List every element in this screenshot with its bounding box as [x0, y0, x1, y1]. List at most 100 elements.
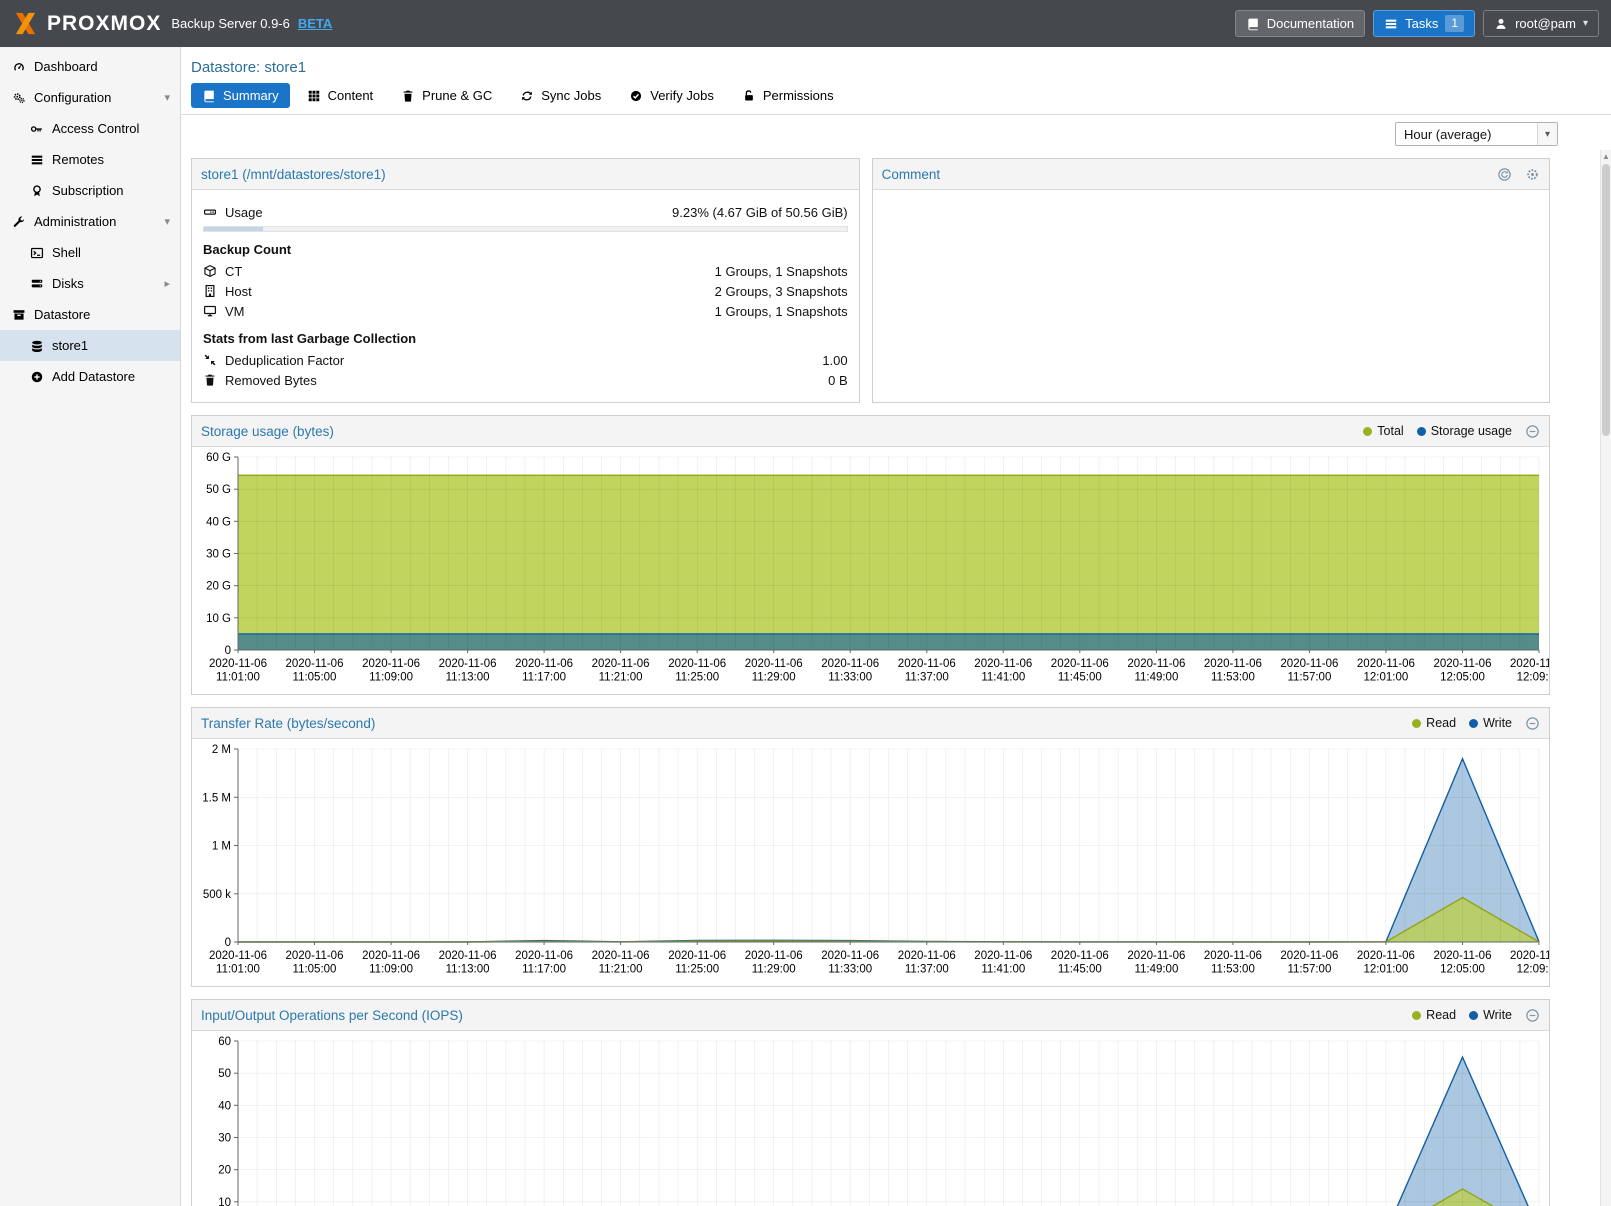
- legend-label: Write: [1483, 1008, 1512, 1022]
- tab-permissions[interactable]: Permissions: [731, 83, 845, 108]
- summary-panel-title: store1 (/mnt/datastores/store1): [201, 167, 386, 182]
- svg-text:2020-11-0611:57:00: 2020-11-0611:57:00: [1280, 950, 1338, 976]
- summary-row-removed-bytes: Removed Bytes0 B: [203, 370, 848, 390]
- compress-icon: [203, 353, 217, 367]
- svg-text:2020-11-0611:05:00: 2020-11-0611:05:00: [286, 950, 344, 976]
- chart-title: Transfer Rate (bytes/second): [201, 716, 375, 731]
- sidebar-item-label: Administration: [34, 214, 116, 229]
- tasks-button[interactable]: Tasks 1: [1373, 10, 1475, 37]
- app-window: PROXMOX Backup Server 0.9-6 BETA Documen…: [0, 0, 1611, 1206]
- trash-icon: [401, 89, 415, 103]
- tab-sync-jobs[interactable]: Sync Jobs: [509, 83, 612, 108]
- tasks-label: Tasks: [1405, 16, 1438, 31]
- tab-prune-gc[interactable]: Prune & GC: [390, 83, 503, 108]
- svg-text:20: 20: [218, 1165, 231, 1177]
- svg-text:30 G: 30 G: [206, 549, 231, 561]
- chart-plot: 010 G20 G30 G40 G50 G60 G2020-11-0611:01…: [192, 447, 1549, 694]
- svg-text:2020-11-0612:01:00: 2020-11-0612:01:00: [1357, 658, 1415, 684]
- svg-text:2020-11-0611:33:00: 2020-11-0611:33:00: [821, 658, 879, 684]
- svg-text:2020-11-0611:29:00: 2020-11-0611:29:00: [745, 658, 803, 684]
- scrollbar-up-arrow[interactable]: ▲: [1601, 150, 1611, 162]
- usage-progress-fill: [204, 227, 263, 231]
- collapse-icon[interactable]: [1525, 1008, 1540, 1023]
- hdd-icon: [203, 205, 217, 219]
- sidebar-item-administration[interactable]: Administration▾: [0, 206, 180, 237]
- legend-label: Write: [1483, 716, 1512, 730]
- svg-text:2020-11-0611:45:00: 2020-11-0611:45:00: [1051, 658, 1109, 684]
- svg-text:2020-11-0611:21:00: 2020-11-0611:21:00: [592, 950, 650, 976]
- vertical-scrollbar[interactable]: ▲: [1600, 150, 1611, 1206]
- legend-write[interactable]: Write: [1469, 716, 1512, 730]
- sidebar-item-disks[interactable]: Disks▸: [0, 268, 180, 299]
- tab-label: Permissions: [763, 88, 834, 103]
- svg-text:0: 0: [225, 937, 231, 949]
- documentation-button[interactable]: Documentation: [1235, 10, 1365, 37]
- datastore-summary-panel: store1 (/mnt/datastores/store1) Usage 9.…: [191, 158, 860, 403]
- usage-row: Usage 9.23% (4.67 GiB of 50.56 GiB): [203, 202, 848, 222]
- sidebar-item-datastore[interactable]: Datastore: [0, 299, 180, 330]
- sidebar-item-store1[interactable]: store1: [0, 330, 180, 361]
- sidebar-item-label: Dashboard: [34, 59, 98, 74]
- svg-text:2020-11-0611:17:00: 2020-11-0611:17:00: [515, 950, 573, 976]
- timeframe-value: Hour (average): [1404, 127, 1491, 142]
- user-menu-button[interactable]: root@pam ▾: [1483, 10, 1599, 37]
- svg-text:2020-11-0612:09:00: 2020-11-0612:09:00: [1510, 658, 1549, 684]
- tasks-count-badge: 1: [1445, 15, 1464, 32]
- chart-plot: 01020304050602020-11-0611:01:002020-11-0…: [192, 1031, 1549, 1206]
- gear-icon[interactable]: [1525, 167, 1540, 182]
- archive-icon: [12, 308, 26, 322]
- chevron-down-icon[interactable]: ▾: [1537, 123, 1557, 145]
- legend-dot-icon: [1412, 1011, 1421, 1020]
- svg-text:50: 50: [218, 1068, 231, 1080]
- legend-write[interactable]: Write: [1469, 1008, 1512, 1022]
- legend-label: Read: [1426, 716, 1456, 730]
- sidebar-item-dashboard[interactable]: Dashboard: [0, 51, 180, 82]
- row-value: 1 Groups, 1 Snapshots: [715, 264, 848, 279]
- svg-text:2020-11-0611:13:00: 2020-11-0611:13:00: [439, 950, 497, 976]
- legend-read[interactable]: Read: [1412, 1008, 1456, 1022]
- svg-text:2020-11-0611:01:00: 2020-11-0611:01:00: [209, 658, 267, 684]
- tab-content[interactable]: Content: [296, 83, 385, 108]
- sidebar-item-remotes[interactable]: Remotes: [0, 144, 180, 175]
- trash-icon: [203, 373, 217, 387]
- svg-text:2020-11-0611:09:00: 2020-11-0611:09:00: [362, 658, 420, 684]
- timeframe-select[interactable]: Hour (average) ▾: [1395, 122, 1558, 146]
- host-icon: [203, 284, 217, 298]
- svg-text:2020-11-0611:33:00: 2020-11-0611:33:00: [821, 950, 879, 976]
- comment-content[interactable]: [873, 190, 1549, 402]
- sidebar-item-label: Shell: [52, 245, 81, 260]
- monitor-icon: [203, 304, 217, 318]
- comment-panel-title: Comment: [882, 167, 941, 182]
- refresh-icon[interactable]: [1497, 167, 1512, 182]
- tab-verify-jobs[interactable]: Verify Jobs: [618, 83, 725, 108]
- sidebar-item-subscription[interactable]: Subscription: [0, 175, 180, 206]
- tab-summary[interactable]: Summary: [191, 83, 290, 108]
- gauge-icon: [12, 60, 26, 74]
- legend-storage-usage[interactable]: Storage usage: [1417, 424, 1512, 438]
- sidebar-item-access-control[interactable]: Access Control: [0, 113, 180, 144]
- sidebar-item-add-datastore[interactable]: Add Datastore: [0, 361, 180, 392]
- sidebar-item-configuration[interactable]: Configuration▾: [0, 82, 180, 113]
- usage-progressbar: [203, 226, 848, 232]
- row-label: Deduplication Factor: [225, 353, 344, 368]
- terminal-icon: [30, 246, 44, 260]
- tab-label: Verify Jobs: [650, 88, 714, 103]
- comment-panel: Comment: [872, 158, 1550, 403]
- collapse-icon[interactable]: [1525, 716, 1540, 731]
- legend-read[interactable]: Read: [1412, 716, 1456, 730]
- svg-text:2020-11-0611:01:00: 2020-11-0611:01:00: [209, 950, 267, 976]
- row-value: 1 Groups, 1 Snapshots: [715, 304, 848, 319]
- tab-label: Prune & GC: [422, 88, 492, 103]
- sidebar-item-label: Remotes: [52, 152, 104, 167]
- scrollbar-thumb[interactable]: [1602, 164, 1610, 436]
- sidebar: Dashboard Configuration▾Access Control Rem…: [0, 47, 181, 1206]
- svg-text:2020-11-0611:21:00: 2020-11-0611:21:00: [592, 658, 650, 684]
- legend-total[interactable]: Total: [1363, 424, 1403, 438]
- collapse-icon[interactable]: [1525, 424, 1540, 439]
- svg-text:2020-11-0611:17:00: 2020-11-0611:17:00: [515, 658, 573, 684]
- svg-text:2020-11-0611:57:00: 2020-11-0611:57:00: [1280, 658, 1338, 684]
- sidebar-item-shell[interactable]: Shell: [0, 237, 180, 268]
- tab-label: Summary: [223, 88, 279, 103]
- beta-link[interactable]: BETA: [298, 16, 332, 31]
- topbar-actions: Documentation Tasks 1 root@pam ▾: [1235, 10, 1599, 37]
